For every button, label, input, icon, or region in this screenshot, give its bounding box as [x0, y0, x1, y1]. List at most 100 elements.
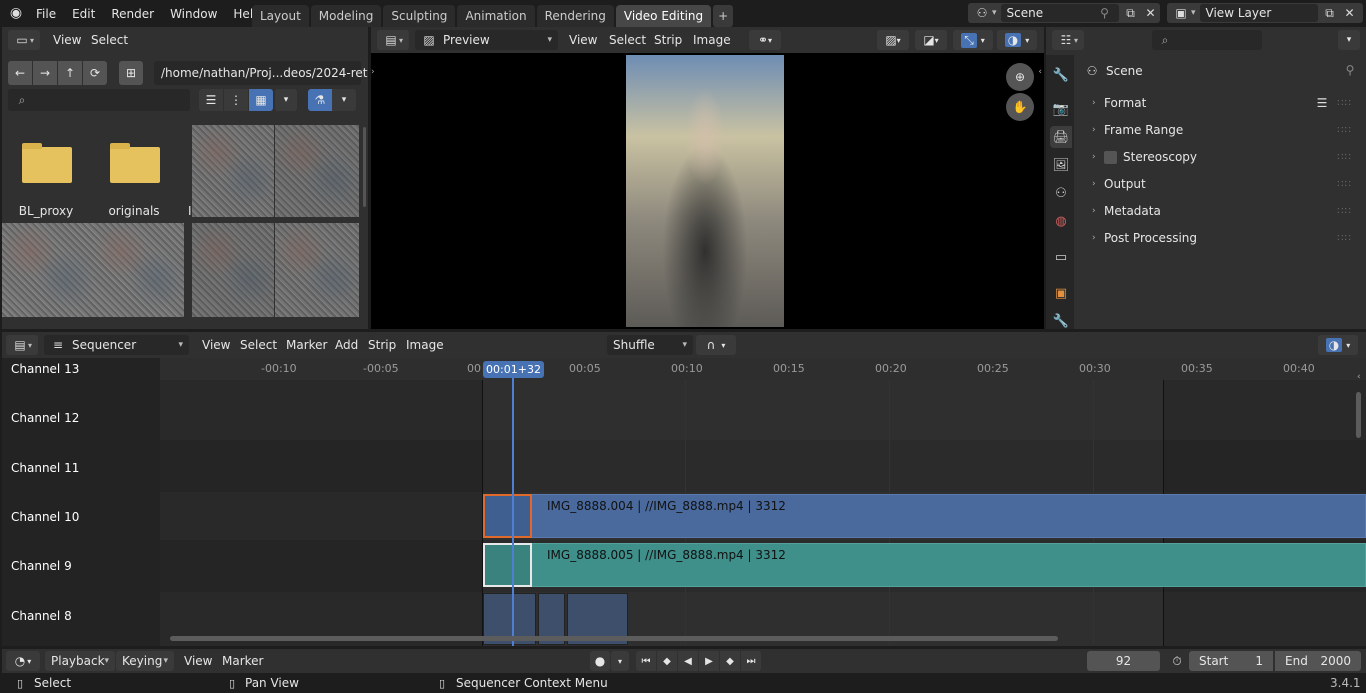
view-layer-icon[interactable]: ▣ — [1173, 5, 1189, 21]
editor-type-button[interactable]: ▭ ▾ — [8, 30, 40, 50]
video-thumbnail[interactable] — [275, 223, 359, 317]
menu-image[interactable]: Image — [398, 338, 452, 352]
file-item-folder[interactable]: originals — [94, 125, 174, 220]
stopwatch-icon[interactable]: ⏱ — [1169, 653, 1185, 669]
blender-logo-icon[interactable]: ◉ — [8, 5, 24, 21]
menu-select[interactable]: Select — [83, 33, 136, 47]
tab-object[interactable]: ▣ — [1050, 282, 1072, 304]
panel-format[interactable]: › Format — [1092, 96, 1146, 110]
new-view-layer-icon[interactable]: ⧉ — [1322, 5, 1338, 21]
filter-button[interactable]: ⚗ — [308, 89, 332, 111]
tab-animation[interactable]: Animation — [457, 5, 535, 27]
editor-type-button[interactable]: ▤ ▾ — [6, 335, 38, 355]
panel-output[interactable]: › Output — [1092, 177, 1146, 191]
tab-layout[interactable]: Layout — [252, 5, 309, 27]
properties-options-button[interactable]: ▾ — [1338, 30, 1360, 50]
drag-handle-icon[interactable]: ∷∷ — [1337, 125, 1352, 136]
back-button[interactable]: ← — [8, 61, 32, 85]
path-field[interactable]: /home/nathan/Proj...deos/2024-retreat/ — [154, 61, 368, 85]
menu-image[interactable]: Image — [685, 33, 739, 47]
menu-view[interactable]: View — [561, 33, 605, 47]
file-browser-scrollbar[interactable] — [363, 127, 366, 207]
record-options-button[interactable]: ▾ — [611, 651, 629, 671]
view-layer-field[interactable]: View Layer — [1199, 4, 1318, 22]
filter-options-button[interactable]: ▾ — [332, 89, 356, 111]
menu-edit[interactable]: Edit — [64, 7, 103, 21]
hand-icon[interactable]: ✋ — [1006, 93, 1034, 121]
zoom-icon[interactable]: ⊕ — [1006, 63, 1034, 91]
menu-marker[interactable]: Marker — [214, 654, 271, 668]
overlays-button[interactable]: ◑ ▾ — [997, 30, 1037, 50]
video-thumbnail[interactable] — [2, 223, 94, 317]
video-thumbnail[interactable] — [192, 223, 274, 317]
jump-end-button[interactable]: ⏭ — [741, 651, 761, 671]
tab-tool[interactable]: 🔧 — [1050, 64, 1072, 86]
menu-strip[interactable]: Strip — [646, 33, 690, 47]
strip-active-handle[interactable] — [483, 494, 532, 538]
video-thumbnail[interactable] — [94, 223, 184, 317]
drag-handle-icon[interactable]: ∷∷ — [1337, 179, 1352, 190]
end-frame-field[interactable]: End 2000 — [1275, 651, 1361, 671]
editor-type-button[interactable]: ◔ ▾ — [6, 651, 40, 671]
new-folder-button[interactable]: ⊞ — [119, 61, 143, 85]
tab-rendering[interactable]: Rendering — [536, 5, 614, 27]
overlays-button[interactable]: ◑ ▾ — [1318, 335, 1358, 355]
vertical-scrollbar[interactable] — [1356, 392, 1361, 438]
gizmo-button[interactable]: ⤡ ▾ — [953, 30, 993, 50]
view-type-dropdown[interactable]: ≡ Sequencer ▾ — [44, 335, 189, 355]
stereoscopy-checkbox[interactable] — [1104, 150, 1117, 164]
drag-handle-icon[interactable]: ∷∷ — [1337, 98, 1352, 109]
expand-arrow-icon[interactable]: › — [371, 67, 375, 77]
pin-icon[interactable]: ⚲ — [1342, 62, 1358, 78]
panel-frame-range[interactable]: › Frame Range — [1092, 123, 1183, 137]
tab-modifier[interactable]: 🔧 — [1050, 310, 1072, 332]
add-workspace-button[interactable]: + — [713, 5, 734, 27]
tab-collection[interactable]: ▭ — [1050, 246, 1072, 268]
pivot-button[interactable]: ⚭ ▾ — [749, 30, 781, 50]
file-item-folder[interactable]: BL_proxy — [6, 125, 86, 220]
scene-icon[interactable]: ⚇ — [974, 5, 990, 21]
strip-selected-handle[interactable] — [483, 543, 532, 587]
playhead-line[interactable] — [512, 370, 514, 646]
display-options-button[interactable]: ▾ — [275, 89, 297, 111]
horizontal-scrollbar[interactable] — [170, 636, 1058, 641]
sidebar-toggle-icon[interactable]: ‹ — [1357, 372, 1361, 382]
keying-menu[interactable]: Keying ▾ — [116, 651, 174, 671]
scene-field[interactable]: Scene ⚲ — [1000, 4, 1119, 22]
overlap-mode-dropdown[interactable]: Shuffle ▾ — [607, 335, 693, 355]
tab-world[interactable]: ◍ — [1050, 210, 1072, 232]
play-button[interactable]: ▶ — [699, 651, 719, 671]
parent-dir-button[interactable]: ↑ — [58, 61, 82, 85]
vertical-list-button[interactable]: ☰ — [199, 89, 223, 111]
panel-post-processing[interactable]: › Post Processing — [1092, 231, 1197, 245]
tab-render[interactable]: 📷 — [1050, 98, 1072, 120]
tab-view-layer[interactable]: 🖼 — [1050, 154, 1072, 176]
horizontal-list-button[interactable]: ⋮ — [224, 89, 248, 111]
editor-type-button[interactable]: ▤ ▾ — [377, 30, 409, 50]
menu-window[interactable]: Window — [162, 7, 225, 21]
new-scene-icon[interactable]: ⧉ — [1123, 5, 1139, 21]
sidebar-toggle-icon[interactable]: ‹ — [1038, 67, 1042, 77]
panel-stereoscopy[interactable]: › Stereoscopy — [1092, 150, 1197, 164]
video-thumbnail[interactable] — [192, 125, 274, 217]
play-reverse-button[interactable]: ◀ — [678, 651, 698, 671]
drag-handle-icon[interactable]: ∷∷ — [1337, 152, 1352, 163]
tab-video-editing[interactable]: Video Editing — [615, 5, 712, 27]
menu-render[interactable]: Render — [103, 7, 162, 21]
drag-handle-icon[interactable]: ∷∷ — [1337, 233, 1352, 244]
start-frame-field[interactable]: Start 1 — [1189, 651, 1273, 671]
properties-search-input[interactable]: ⌕ — [1152, 30, 1262, 50]
snapping-button[interactable]: ∩ ▾ — [696, 335, 736, 355]
jump-keyframe-forward-button[interactable]: ◆ — [720, 651, 740, 671]
thumbnail-view-button[interactable]: ▦ — [249, 89, 273, 111]
pin-icon[interactable]: ⚲ — [1097, 5, 1113, 21]
current-frame-field[interactable]: 92 — [1087, 651, 1160, 671]
jump-keyframe-back-button[interactable]: ◆ — [657, 651, 677, 671]
channels-button[interactable]: ▨ ▾ — [877, 30, 909, 50]
playback-menu[interactable]: Playback ▾ — [45, 651, 115, 671]
display-mode-button[interactable]: ◪ ▾ — [915, 30, 947, 50]
video-thumbnail[interactable] — [275, 125, 359, 217]
tab-output[interactable]: 🖨 — [1050, 126, 1072, 148]
file-search-input[interactable]: ⌕ — [8, 89, 190, 111]
presets-icon[interactable]: ☰ — [1314, 95, 1330, 111]
